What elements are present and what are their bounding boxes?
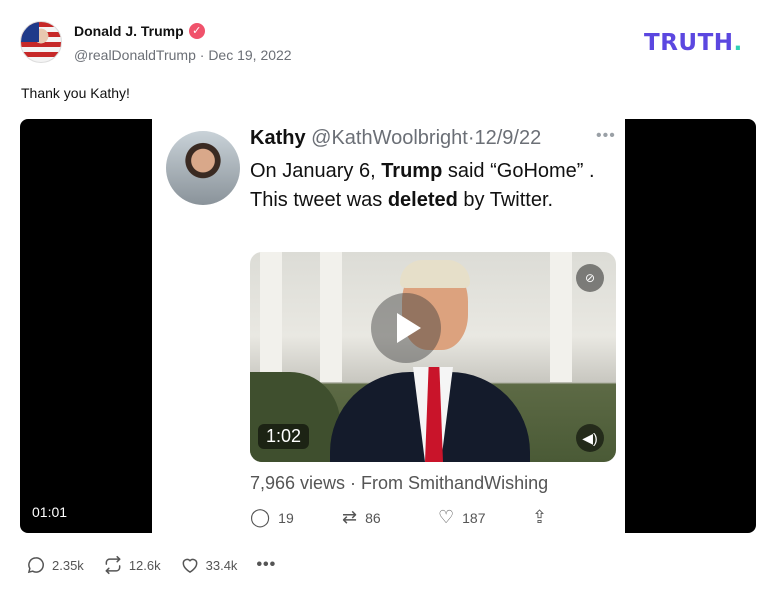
embedded-text-bold: Trump [381,160,443,182]
embedded-reply-count: 19 [278,509,294,526]
embedded-retweet: ⇄ 86 [342,507,381,528]
author-handle[interactable]: @realDonaldTrump [74,47,196,63]
embedded-video-thumbnail: ⊘ 1:02 ◀) [250,252,616,462]
embedded-views: 7,966 views · From SmithandWishing [250,473,549,493]
post-actions: 2.35k 12.6k 33.4k ••• [26,555,276,575]
author-name[interactable]: Donald J. Trump [74,23,184,39]
embedded-separator: · [467,127,475,149]
more-horizontal-icon: ••• [596,127,616,144]
embedded-header: Kathy @KathWoolbright·12/9/22 [250,127,541,150]
logo-dot: . [733,30,743,56]
heart-icon: ♡ [438,507,455,527]
embedded-reply: ◯ 19 [250,507,294,528]
embedded-date: 12/9/22 [474,127,542,149]
video-player[interactable]: Kathy @KathWoolbright·12/9/22 ••• On Jan… [20,119,756,533]
house-column [550,252,572,382]
logo-text: TRUTH [644,30,734,56]
heart-icon [182,558,198,573]
gif-toggle-icon: ⊘ [576,264,604,292]
embedded-author-name: Kathy [250,127,306,149]
author-name-row[interactable]: Donald J. Trump ✓ [74,23,205,39]
play-icon [397,313,421,343]
post-date[interactable]: Dec 19, 2022 [208,47,291,63]
embedded-share: ⇪ [532,507,547,528]
embedded-video-duration: 1:02 [258,424,310,449]
volume-icon: ◀) [576,424,604,452]
author-avatar[interactable] [20,21,62,63]
reply-icon: ◯ [250,507,271,527]
meta-separator: · [199,47,205,63]
play-button[interactable] [371,293,441,363]
reply-count: 2.35k [52,557,84,573]
truth-post: Donald J. Trump ✓ @realDonaldTrump · Dec… [0,0,777,595]
like-button[interactable]: 33.4k [180,555,238,575]
more-options-icon[interactable]: ••• [256,556,276,574]
like-count: 33.4k [205,557,238,573]
embedded-like-count: 187 [462,509,486,526]
retruth-count: 12.6k [128,557,161,573]
embedded-author-handle: @KathWoolbright [311,127,468,149]
retweet-icon: ⇄ [342,507,358,527]
video-elapsed-time: 01:01 [32,504,68,520]
embedded-author-avatar [166,131,240,205]
reply-button[interactable]: 2.35k [26,555,84,575]
retruth-icon [105,555,121,575]
post-text: Thank you Kathy! [21,85,130,101]
embedded-text-part: by Twitter. [457,188,554,211]
embedded-like: ♡ 187 [438,507,486,528]
reply-icon [27,557,44,574]
truth-social-logo: TRUTH. [644,30,743,56]
embedded-tweet-text: On January 6, Trump said “GoHome” . This… [250,157,620,214]
share-icon: ⇪ [532,507,548,527]
embedded-retweet-count: 86 [365,509,381,526]
retruth-button[interactable]: 12.6k [103,555,161,575]
person-hair [400,260,470,288]
embedded-text-part: On January 6, [250,160,382,182]
house-column [260,252,282,382]
post-meta: @realDonaldTrump · Dec 19, 2022 [74,47,292,63]
verified-badge-icon: ✓ [188,23,205,39]
embedded-text-bold: deleted [387,188,458,211]
house-column [320,252,342,382]
embedded-actions: ◯ 19 ⇄ 86 ♡ 187 ⇪ [250,507,550,529]
